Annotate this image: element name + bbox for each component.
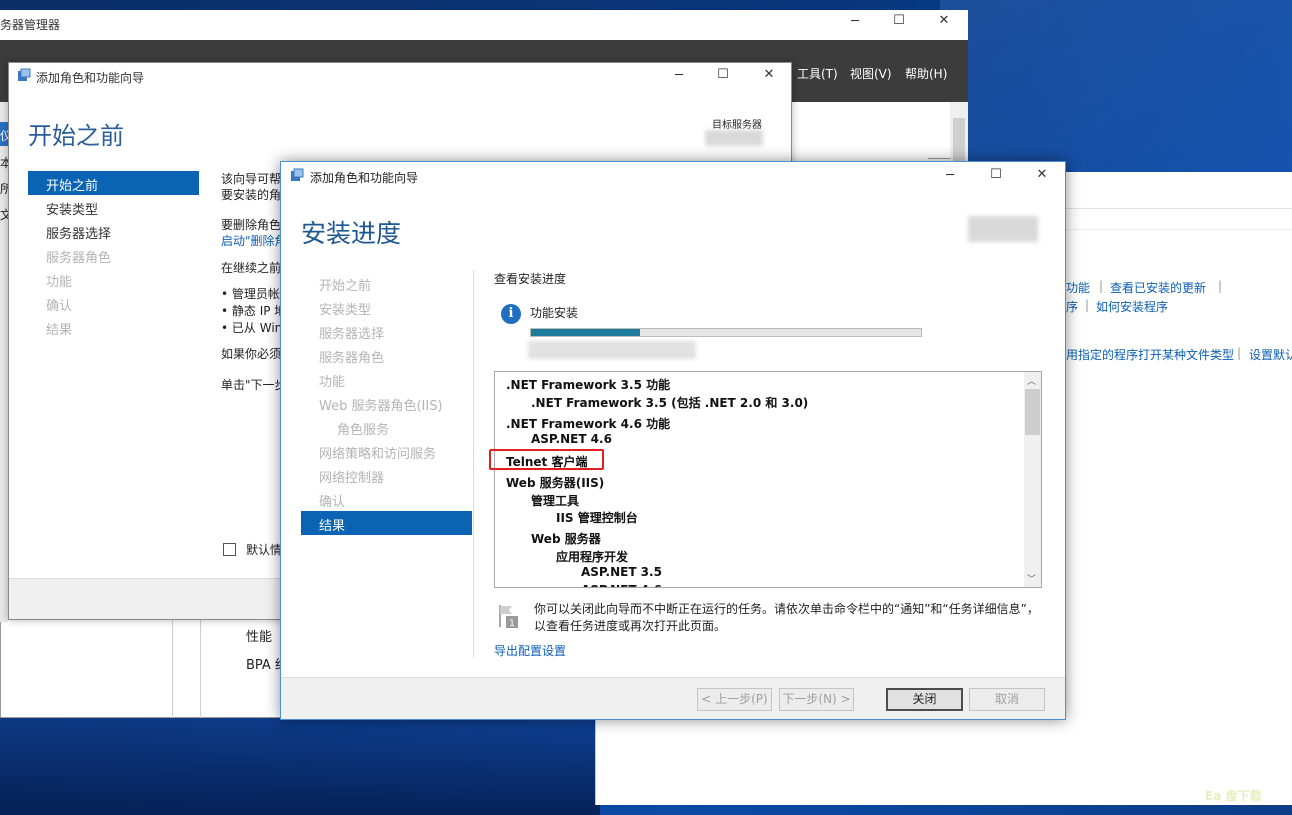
scroll-up-icon[interactable]: ︿ bbox=[1027, 374, 1036, 387]
notification-flag-icon: 1 bbox=[499, 605, 518, 629]
menu-view[interactable]: 视图(V) bbox=[850, 65, 892, 82]
feature-install-label: 功能安装 bbox=[530, 306, 579, 320]
separator: | bbox=[1099, 279, 1104, 293]
target-server-name-redacted bbox=[968, 216, 1038, 242]
link-how-to-install[interactable]: 如何安装程序 bbox=[1096, 298, 1168, 315]
previous-button[interactable]: < 上一步(P) bbox=[697, 688, 772, 711]
target-server-label: 目标服务器 bbox=[712, 120, 762, 131]
feature-list-item: IIS 管理控制台 bbox=[556, 511, 638, 525]
link-open-file-type[interactable]: 用指定的程序打开某种文件类型 bbox=[1066, 346, 1234, 363]
wizard-icon bbox=[291, 168, 304, 181]
back-nav-install-type[interactable]: 安装类型 bbox=[46, 199, 98, 218]
page-title: 安装进度 bbox=[301, 219, 402, 248]
maximize-icon[interactable]: ☐ bbox=[973, 167, 1019, 182]
close-icon[interactable]: ✕ bbox=[746, 67, 792, 82]
launch-remove-roles-link[interactable]: 启动"删除角 bbox=[221, 232, 287, 249]
feature-list-item: ASP.NET 4.6 bbox=[531, 432, 612, 446]
feature-list-item: ASP.NET 3.5 bbox=[581, 565, 662, 579]
nav-server-selection: 服务器选择 bbox=[319, 327, 385, 342]
cancel-button[interactable]: 取消 bbox=[969, 688, 1045, 711]
minimize-icon[interactable]: ─ bbox=[927, 168, 973, 183]
separator: | bbox=[1237, 346, 1242, 360]
nav-server-roles: 服务器角色 bbox=[319, 351, 385, 366]
next-button[interactable]: 下一步(N) > bbox=[779, 688, 854, 711]
nav-features: 功能 bbox=[319, 375, 346, 390]
divider bbox=[172, 620, 173, 718]
feature-list[interactable]: .NET Framework 3.5 功能 .NET Framework 3.5 … bbox=[494, 371, 1042, 588]
server-manager-title: 务器管理器 bbox=[0, 18, 61, 32]
nav-confirm: 确认 bbox=[319, 495, 346, 510]
back-wizard-heading: 开始之前 bbox=[28, 122, 124, 150]
back-wizard-title: 添加角色和功能向导 bbox=[36, 71, 145, 85]
feature-list-item: ASP.NET 4.6 bbox=[581, 583, 662, 588]
back-nav-before-you-begin[interactable]: 开始之前 bbox=[46, 175, 98, 194]
nav-before-you-begin: 开始之前 bbox=[319, 279, 372, 294]
skip-page-checkbox[interactable] bbox=[223, 543, 236, 556]
minimize-icon[interactable]: ─ bbox=[832, 14, 878, 29]
link-view-installed-updates[interactable]: 查看已安装的更新 bbox=[1110, 279, 1206, 296]
feature-list-item: .NET Framework 3.5 功能 bbox=[506, 378, 671, 392]
nav-install-type: 安装类型 bbox=[319, 303, 372, 318]
info-icon: i bbox=[501, 304, 521, 324]
section-label: 查看安装进度 bbox=[494, 272, 567, 286]
minimize-icon[interactable]: ─ bbox=[656, 68, 702, 83]
back-body-text: 该向导可帮 bbox=[221, 172, 282, 186]
bullet-item: • 静态 IP 地 bbox=[221, 304, 287, 318]
export-config-link[interactable]: 导出配置设置 bbox=[494, 642, 566, 659]
back-body-text: 要安装的角 bbox=[221, 188, 282, 202]
divider bbox=[928, 158, 950, 159]
svg-text:1: 1 bbox=[509, 619, 515, 629]
close-icon[interactable]: ✕ bbox=[1019, 167, 1065, 182]
back-body-text: 要删除角色 bbox=[221, 218, 282, 232]
nav-network-controller: 网络控制器 bbox=[319, 471, 385, 486]
close-icon[interactable]: ✕ bbox=[921, 13, 967, 28]
progress-status-redacted bbox=[528, 341, 696, 359]
separator: | bbox=[1085, 298, 1090, 312]
scroll-down-icon[interactable]: ﹀ bbox=[1027, 572, 1036, 585]
nav-results[interactable]: 结果 bbox=[319, 515, 345, 534]
scroll-thumb[interactable] bbox=[1025, 389, 1040, 435]
back-nav-server-selection[interactable]: 服务器选择 bbox=[46, 223, 111, 242]
nav-web-server-role: Web 服务器角色(IIS) bbox=[319, 399, 443, 414]
feature-list-item: 管理工具 bbox=[531, 493, 580, 508]
link-set-defaults[interactable]: 设置默认 bbox=[1249, 346, 1292, 363]
watermark: Ea 盘下载 bbox=[1205, 789, 1262, 803]
back-nav-confirm: 确认 bbox=[46, 299, 73, 314]
menu-tools[interactable]: 工具(T) bbox=[797, 65, 838, 82]
back-body-text: 在继续之前 bbox=[221, 261, 282, 275]
nav-role-services: 角色服务 bbox=[337, 423, 390, 438]
feature-list-item: .NET Framework 4.6 功能 bbox=[506, 416, 671, 431]
bullet-item: • 已从 Win bbox=[221, 321, 283, 335]
feature-list-item: Web 服务器(IIS) bbox=[506, 476, 605, 490]
back-nav-server-roles: 服务器角色 bbox=[46, 251, 112, 266]
divider bbox=[1066, 229, 1292, 230]
close-wizard-note: 你可以关闭此向导而不中断正在运行的任务。请依次单击命令栏中的“通知”和“任务详细… bbox=[534, 602, 1039, 633]
separator: | bbox=[1218, 279, 1223, 293]
back-nav-results: 结果 bbox=[46, 323, 73, 338]
link-program[interactable]: 序 bbox=[1066, 298, 1078, 315]
wizard-icon bbox=[18, 68, 31, 81]
feature-list-item: 应用程序开发 bbox=[556, 549, 629, 564]
divider bbox=[1066, 208, 1292, 209]
menu-help[interactable]: 帮助(H) bbox=[905, 65, 947, 82]
link-turn-on-features[interactable]: 功能 bbox=[1066, 279, 1090, 296]
progress-bar-fill bbox=[531, 329, 640, 336]
feature-list-item: Web 服务器 bbox=[531, 532, 601, 546]
maximize-icon[interactable]: ☐ bbox=[700, 67, 746, 82]
close-button[interactable]: 关闭 bbox=[886, 688, 963, 711]
maximize-icon[interactable]: ☐ bbox=[876, 13, 922, 28]
back-body-text: 单击"下一步 bbox=[221, 378, 287, 392]
highlight-telnet-box bbox=[489, 449, 604, 470]
back-nav-features: 功能 bbox=[46, 275, 73, 290]
back-body-text: 如果你必须 bbox=[221, 347, 282, 361]
wizard-title: 添加角色和功能向导 bbox=[310, 171, 419, 185]
tile-performance[interactable]: 性能 bbox=[246, 626, 272, 645]
server-manager-titlebar bbox=[0, 10, 968, 40]
target-server-name-redacted bbox=[705, 130, 763, 146]
feature-list-item: .NET Framework 3.5 (包括 .NET 2.0 和 3.0) bbox=[531, 395, 809, 410]
skip-page-label: 默认情 bbox=[246, 543, 283, 557]
nav-network-policy: 网络策略和访问服务 bbox=[319, 447, 437, 462]
divider bbox=[473, 270, 474, 657]
divider bbox=[200, 620, 201, 718]
